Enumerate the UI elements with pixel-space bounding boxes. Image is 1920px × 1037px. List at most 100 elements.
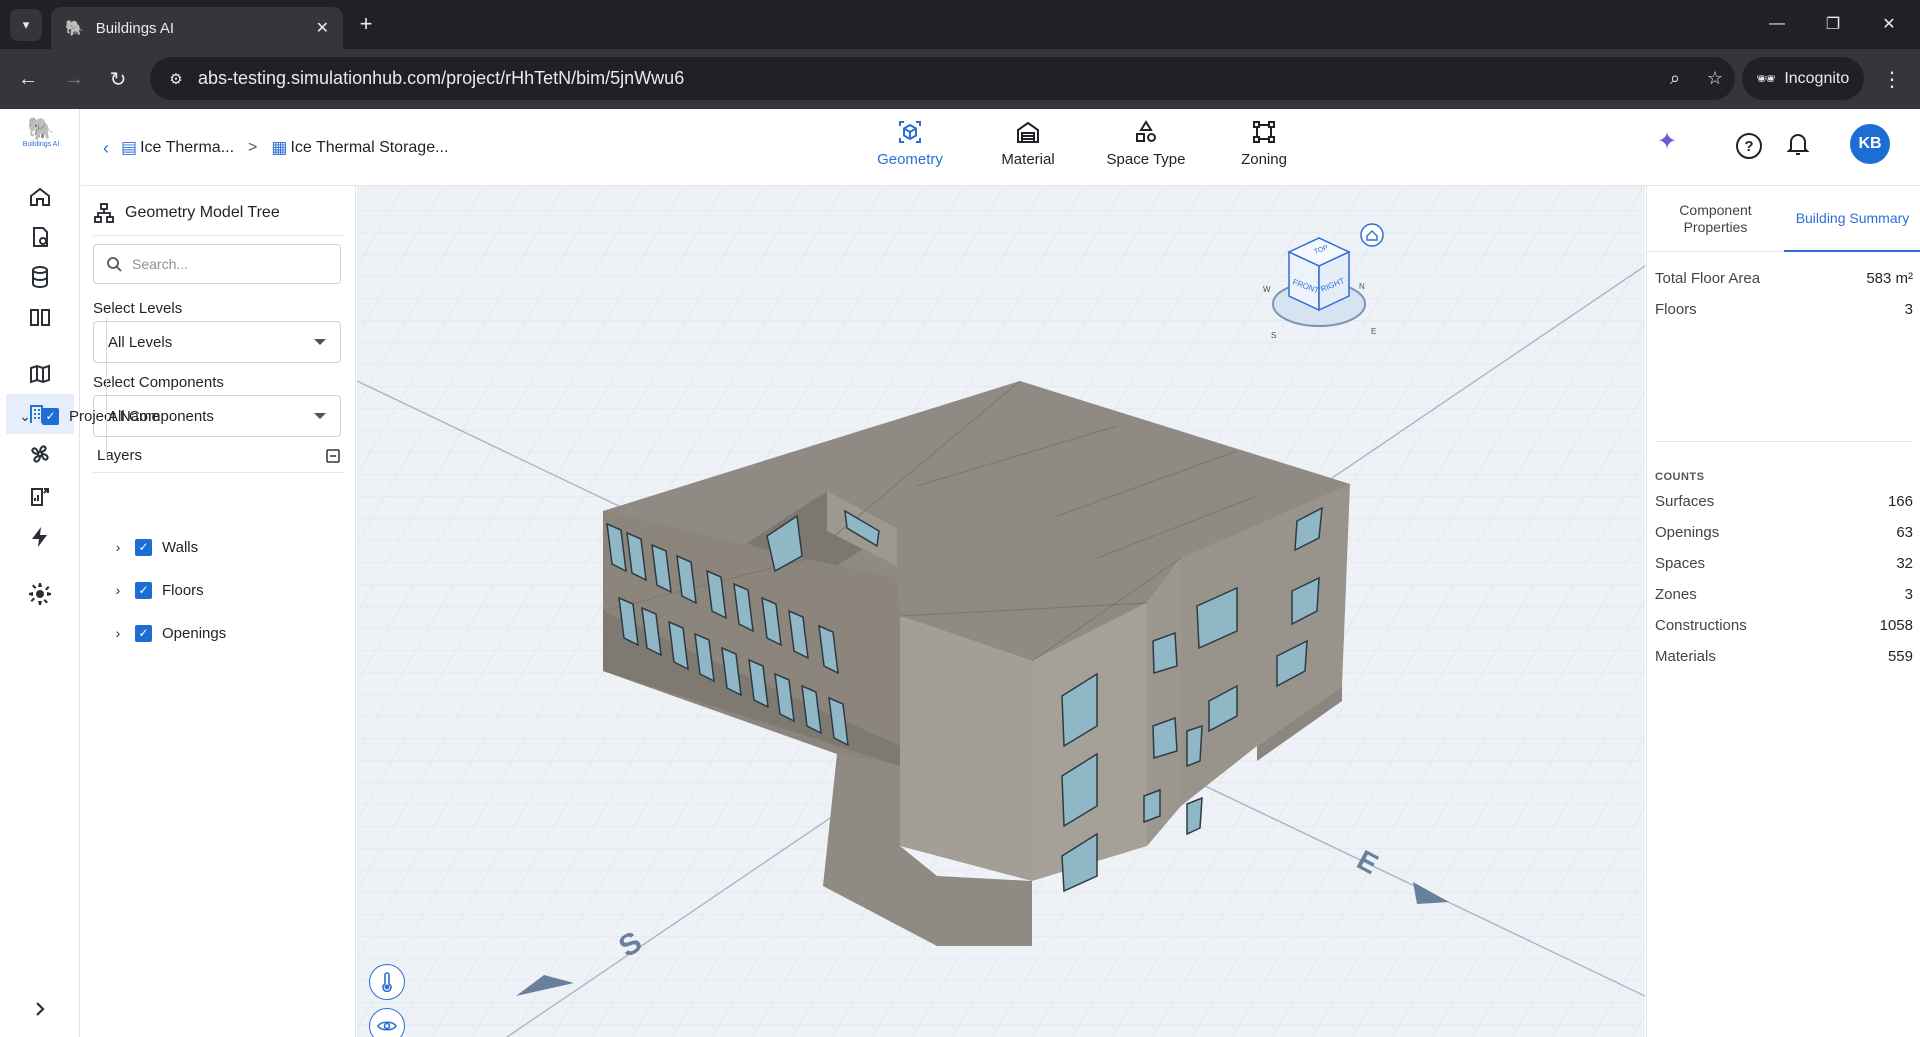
material-icon xyxy=(1017,121,1039,143)
search-input[interactable]: Search... xyxy=(93,244,341,284)
count-value: 166 xyxy=(1887,493,1913,510)
tree-item-floors[interactable]: › ✓ Floors xyxy=(111,576,204,604)
count-value: 3 xyxy=(1904,586,1913,603)
database-nav-icon[interactable] xyxy=(20,257,60,297)
tree-root-label: Project Name xyxy=(69,407,160,425)
elephant-logo-icon: 🐘 xyxy=(27,116,55,141)
address-bar[interactable]: ⚙ abs-testing.simulationhub.com/project/… xyxy=(150,57,1735,100)
count-label: Spaces xyxy=(1655,555,1706,572)
summary-label: Floors xyxy=(1655,301,1697,318)
building-model-icon: ▦ xyxy=(271,138,288,157)
layers-header: Layers xyxy=(93,439,345,473)
tab-zoning[interactable]: Zoning xyxy=(1205,119,1323,177)
building-3d-scene[interactable]: S E TOP FRONT RIGHT W N S E xyxy=(357,186,1645,1037)
chevron-down-icon[interactable]: ⌄ xyxy=(18,408,32,425)
site-info-icon[interactable]: ⚙ xyxy=(156,70,196,88)
summary-value: 583 m² xyxy=(1866,270,1913,287)
count-label: Constructions xyxy=(1655,617,1747,634)
tab-geometry-label: Geometry xyxy=(877,151,943,168)
zoom-icon[interactable]: ⌕ xyxy=(1655,68,1695,89)
summary-row: Total Floor Area 583 m² xyxy=(1655,270,1913,292)
tree-item-label: Openings xyxy=(162,624,227,642)
levels-select[interactable]: All Levels xyxy=(93,321,341,363)
minimize-button[interactable]: — xyxy=(1754,8,1800,40)
project-info-nav-icon[interactable] xyxy=(20,217,60,257)
components-label: Select Components xyxy=(93,374,224,391)
tab-search-button[interactable]: ▾ xyxy=(10,9,42,41)
dropdown-caret-icon xyxy=(314,339,326,345)
settings-gear-nav-icon[interactable] xyxy=(20,574,60,614)
summary-row: Floors 3 xyxy=(1655,301,1913,323)
incognito-indicator[interactable]: 🕶 Incognito xyxy=(1742,57,1864,100)
expand-rail-icon[interactable] xyxy=(20,989,60,1029)
tree-item-walls[interactable]: › ✓ Walls xyxy=(111,533,198,561)
breadcrumb-project[interactable]: Ice Therma... xyxy=(140,139,234,157)
openings-checkbox[interactable]: ✓ xyxy=(135,624,152,642)
restore-button[interactable]: ❐ xyxy=(1810,8,1856,40)
search-icon xyxy=(107,257,122,272)
count-row: Zones 3 xyxy=(1655,586,1913,608)
count-row: Spaces 32 xyxy=(1655,555,1913,577)
levels-value: All Levels xyxy=(108,333,173,351)
browser-toolbar: ← → ↻ ⚙ abs-testing.simulationhub.com/pr… xyxy=(0,49,1920,109)
app-logo[interactable]: 🐘 Buildings AI xyxy=(18,117,64,149)
root-checkbox[interactable]: ✓ xyxy=(42,407,59,425)
tree-root-row[interactable]: ⌄ ✓ Project Name xyxy=(18,402,160,430)
notification-bell-icon[interactable] xyxy=(1786,131,1810,162)
analytics-nav-icon[interactable] xyxy=(20,477,60,517)
levels-label: Select Levels xyxy=(93,300,183,317)
thermometer-icon[interactable] xyxy=(369,964,405,1000)
panel-header: Geometry Model Tree xyxy=(93,198,345,236)
tree-item-openings[interactable]: › ✓ Openings xyxy=(111,619,226,647)
count-label: Zones xyxy=(1655,586,1697,603)
breadcrumb-model[interactable]: Ice Thermal Storage... xyxy=(290,139,448,157)
new-tab-button[interactable]: + xyxy=(352,10,380,38)
home-view-icon[interactable] xyxy=(1360,223,1384,247)
3d-viewport[interactable]: S E TOP FRONT RIGHT W N S E xyxy=(357,186,1645,1037)
url-text[interactable]: abs-testing.simulationhub.com/project/rH… xyxy=(198,68,1655,89)
avatar[interactable]: KB xyxy=(1850,124,1890,164)
visibility-eye-icon[interactable] xyxy=(369,1008,405,1037)
walls-checkbox[interactable]: ✓ xyxy=(135,538,152,556)
collapse-all-icon[interactable] xyxy=(325,448,341,464)
compass-s: S xyxy=(1271,331,1276,340)
forward-button[interactable]: → xyxy=(58,63,90,95)
count-value: 32 xyxy=(1896,555,1913,572)
count-value: 1058 xyxy=(1879,617,1913,634)
compass-w: W xyxy=(1263,285,1271,294)
summary-value: 3 xyxy=(1904,301,1913,318)
count-label: Surfaces xyxy=(1655,493,1715,510)
hvac-fan-nav-icon[interactable] xyxy=(20,434,60,474)
tab-geometry[interactable]: Geometry xyxy=(851,119,969,177)
chevron-right-icon[interactable]: › xyxy=(111,582,125,598)
browser-tab-strip: ▾ 🐘 Buildings AI ✕ + — ❐ ✕ xyxy=(0,0,1920,49)
tab-close-icon[interactable]: ✕ xyxy=(316,18,329,38)
back-chevron-icon[interactable]: ‹ xyxy=(103,138,109,159)
map-nav-icon[interactable] xyxy=(20,354,60,394)
help-icon[interactable]: ? xyxy=(1736,133,1762,159)
space-type-icon xyxy=(1136,120,1156,142)
browser-menu-button[interactable]: ⋮ xyxy=(1876,63,1908,95)
tree-guide-line xyxy=(106,318,107,460)
count-row: Surfaces 166 xyxy=(1655,493,1913,515)
tab-component-properties[interactable]: Component Properties xyxy=(1647,186,1784,252)
back-button[interactable]: ← xyxy=(12,63,44,95)
count-row: Constructions 1058 xyxy=(1655,617,1913,639)
ai-sparkle-icon[interactable]: ✦ xyxy=(1657,127,1677,156)
chevron-right-icon[interactable]: › xyxy=(111,625,125,641)
library-nav-icon[interactable] xyxy=(20,297,60,337)
tab-space-type[interactable]: Space Type xyxy=(1087,119,1205,177)
count-row: Materials 559 xyxy=(1655,648,1913,670)
incognito-icon: 🕶 xyxy=(1756,70,1777,88)
floors-checkbox[interactable]: ✓ xyxy=(135,581,152,599)
chevron-right-icon[interactable]: › xyxy=(111,539,125,555)
home-nav-icon[interactable] xyxy=(20,177,60,217)
reload-button[interactable]: ↻ xyxy=(102,63,134,95)
tab-material[interactable]: Material xyxy=(969,119,1087,177)
browser-tab[interactable]: 🐘 Buildings AI ✕ xyxy=(51,7,343,49)
close-window-button[interactable]: ✕ xyxy=(1866,8,1912,40)
tab-building-summary[interactable]: Building Summary xyxy=(1784,186,1920,252)
tree-item-label: Floors xyxy=(162,581,204,599)
energy-nav-icon[interactable] xyxy=(20,517,60,557)
bookmark-star-icon[interactable]: ☆ xyxy=(1695,68,1735,89)
